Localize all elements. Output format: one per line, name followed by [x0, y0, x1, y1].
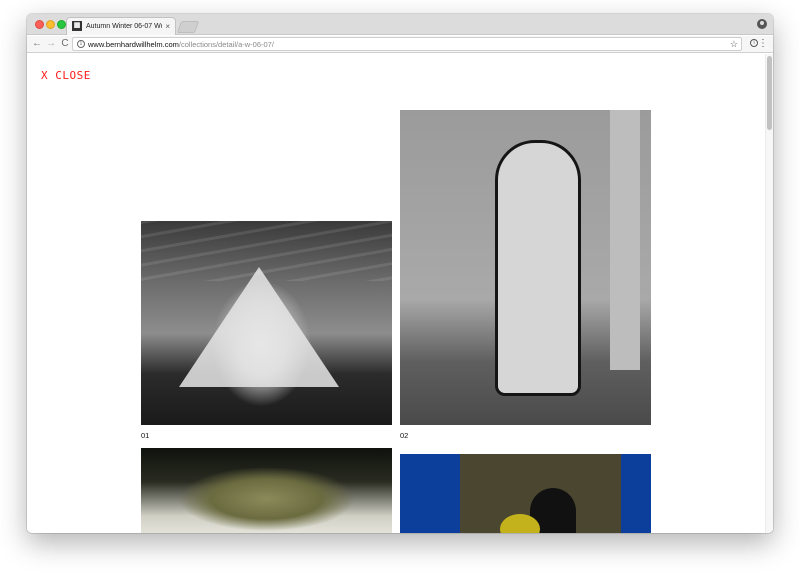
- url-path: /collections/detail/a-w-06-07/: [178, 40, 274, 49]
- browser-toolbar: ← → C i www.bernhardwillhelm.com/collect…: [27, 36, 773, 53]
- new-tab-button[interactable]: [176, 21, 200, 33]
- close-link[interactable]: X CLOSE: [41, 70, 91, 82]
- arrow-left-icon[interactable]: ←: [30, 37, 44, 51]
- page-viewport: X CLOSE 01 02: [27, 54, 773, 533]
- tab-title: Autumn Winter 06-07 Women: [86, 23, 162, 30]
- tab-bar: ▦ Autumn Winter 06-07 Women ×: [27, 14, 773, 35]
- reload-icon[interactable]: C: [58, 37, 72, 51]
- info-icon[interactable]: i: [77, 40, 85, 48]
- gallery-image-01[interactable]: [141, 221, 392, 425]
- scrollbar-thumb[interactable]: [767, 56, 772, 130]
- window-zoom-button[interactable]: [57, 20, 66, 29]
- star-icon[interactable]: ☆: [730, 38, 738, 50]
- window-minimize-button[interactable]: [46, 20, 55, 29]
- extension-icon[interactable]: i: [750, 39, 758, 47]
- arrow-right-icon[interactable]: →: [44, 37, 58, 51]
- close-icon[interactable]: ×: [165, 21, 170, 32]
- image-caption-01: 01: [141, 431, 150, 440]
- url-text[interactable]: www.bernhardwillhelm.com/collections/det…: [88, 39, 274, 50]
- image-caption-02: 02: [400, 431, 409, 440]
- menu-icon[interactable]: ⋮: [758, 37, 768, 51]
- collection-grid-icon: ▦: [72, 21, 82, 31]
- window-close-button[interactable]: [35, 20, 44, 29]
- gallery-image-02[interactable]: [400, 110, 651, 425]
- tab-active[interactable]: ▦ Autumn Winter 06-07 Women ×: [66, 17, 176, 35]
- gallery-image-04[interactable]: [400, 454, 651, 533]
- profile-icon[interactable]: [757, 19, 767, 29]
- browser-window: ▦ Autumn Winter 06-07 Women × ← → C i ww…: [27, 14, 773, 533]
- address-bar[interactable]: i www.bernhardwillhelm.com/collections/d…: [72, 37, 742, 51]
- gallery-image-03[interactable]: [141, 448, 392, 533]
- scrollbar[interactable]: [765, 54, 773, 533]
- url-host: www.bernhardwillhelm.com: [88, 40, 179, 49]
